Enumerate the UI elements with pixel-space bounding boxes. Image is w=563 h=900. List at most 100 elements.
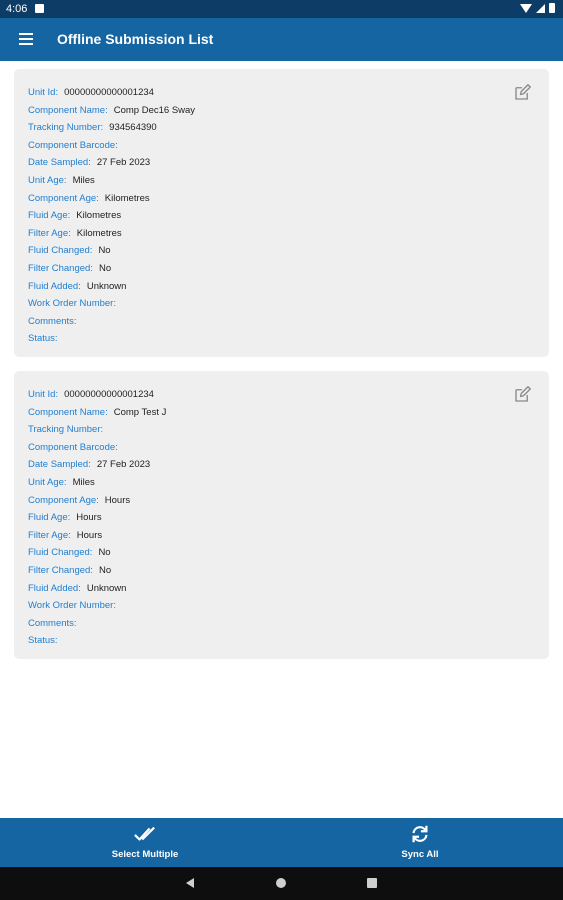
edit-icon[interactable]: [513, 84, 531, 102]
value: Kilometres: [76, 227, 122, 239]
value: Unknown: [86, 280, 127, 292]
label: Component Name:: [28, 104, 108, 116]
label: Work Order Number:: [28, 600, 116, 612]
value: Kilometres: [104, 192, 150, 204]
status-bar: 4:06: [0, 0, 563, 18]
field-fluid-age: Fluid Age: Hours: [28, 509, 166, 527]
field-component-name: Component Name: Comp Dec16 Sway: [28, 102, 195, 120]
field-status: Status:: [28, 632, 166, 650]
value: 27 Feb 2023: [96, 157, 151, 169]
label: Date Sampled:: [28, 459, 91, 471]
label: Filter Age:: [28, 227, 71, 239]
status-time: 4:06: [6, 3, 28, 15]
field-fluid-changed: Fluid Changed: No: [28, 544, 166, 562]
field-tracking-number: Tracking Number:: [28, 421, 166, 439]
label: Tracking Number:: [28, 424, 104, 436]
field-status: Status:: [28, 330, 195, 348]
field-comments: Comments:: [28, 313, 195, 331]
hamburger-menu-icon[interactable]: [19, 33, 33, 45]
label: Component Barcode:: [28, 441, 118, 453]
field-fluid-age: Fluid Age: Kilometres: [28, 207, 195, 225]
field-fluid-added: Fluid Added: Unknown: [28, 278, 195, 296]
submission-card: Unit Id: 00000000000001234 Component Name…: [14, 69, 549, 357]
value: Miles: [72, 174, 95, 186]
label: Filter Changed:: [28, 564, 93, 576]
double-check-icon: [134, 826, 155, 841]
value: Unknown: [86, 582, 127, 594]
field-fluid-added: Fluid Added: Unknown: [28, 580, 166, 598]
label: Filter Changed:: [28, 262, 93, 274]
value: Hours: [76, 512, 102, 524]
notification-icon: [35, 4, 44, 13]
status-icons: [520, 3, 555, 13]
wifi-icon: [520, 3, 532, 13]
label: Fluid Age:: [28, 512, 71, 524]
label: Component Age:: [28, 192, 99, 204]
label: Fluid Changed:: [28, 245, 93, 257]
field-component-age: Component Age: Hours: [28, 492, 166, 510]
label: Fluid Changed:: [28, 547, 93, 559]
sync-icon: [412, 825, 428, 843]
field-date-sampled: Date Sampled: 27 Feb 2023: [28, 456, 166, 474]
value: No: [98, 262, 112, 274]
label: Filter Age:: [28, 529, 71, 541]
field-comments: Comments:: [28, 615, 166, 633]
label: Unit Age:: [28, 476, 67, 488]
sync-all-button[interactable]: Sync All: [380, 818, 460, 867]
value: 27 Feb 2023: [96, 459, 151, 471]
value: No: [98, 564, 112, 576]
field-filter-changed: Filter Changed: No: [28, 260, 195, 278]
label: Status:: [28, 333, 58, 345]
select-multiple-button[interactable]: Select Multiple: [90, 818, 200, 867]
value: Comp Dec16 Sway: [113, 104, 196, 116]
back-icon[interactable]: [186, 878, 194, 888]
label: Fluid Added:: [28, 280, 81, 292]
value: No: [98, 245, 111, 257]
field-component-barcode: Component Barcode:: [28, 439, 166, 457]
label: Fluid Age:: [28, 210, 71, 222]
label: Fluid Added:: [28, 582, 81, 594]
label: Comments:: [28, 617, 77, 629]
field-unit-id: Unit Id: 00000000000001234: [28, 84, 195, 102]
page-title: Offline Submission List: [57, 31, 214, 47]
field-date-sampled: Date Sampled: 27 Feb 2023: [28, 154, 195, 172]
value: Miles: [72, 476, 95, 488]
label: Component Name:: [28, 406, 108, 418]
label: Component Age:: [28, 494, 99, 506]
label: Work Order Number:: [28, 298, 116, 310]
label: Status:: [28, 635, 58, 647]
field-work-order-number: Work Order Number:: [28, 295, 195, 313]
field-work-order-number: Work Order Number:: [28, 597, 166, 615]
field-component-barcode: Component Barcode:: [28, 137, 195, 155]
value: Comp Test J: [113, 406, 167, 418]
field-unit-age: Unit Age: Miles: [28, 474, 166, 492]
sync-all-label: Sync All: [401, 849, 439, 860]
signal-icon: [536, 3, 545, 13]
bottom-action-bar: Select Multiple Sync All: [0, 818, 563, 867]
field-unit-age: Unit Age: Miles: [28, 172, 195, 190]
field-fluid-changed: Fluid Changed: No: [28, 242, 195, 260]
field-tracking-number: Tracking Number: 934564390: [28, 119, 195, 137]
value: Hours: [104, 494, 131, 506]
field-filter-changed: Filter Changed: No: [28, 562, 166, 580]
field-component-age: Component Age: Kilometres: [28, 190, 195, 208]
submission-card: Unit Id: 00000000000001234 Component Name…: [14, 371, 549, 659]
field-filter-age: Filter Age: Kilometres: [28, 225, 195, 243]
value: 934564390: [109, 122, 157, 134]
label: Unit Age:: [28, 174, 67, 186]
edit-icon[interactable]: [513, 386, 531, 404]
label: Comments:: [28, 315, 77, 327]
field-filter-age: Filter Age: Hours: [28, 527, 166, 545]
select-multiple-label: Select Multiple: [111, 849, 179, 860]
label: Date Sampled:: [28, 157, 91, 169]
label: Component Barcode:: [28, 139, 118, 151]
recents-icon[interactable]: [367, 878, 377, 888]
label: Tracking Number:: [28, 122, 104, 134]
value: 00000000000001234: [64, 389, 154, 400]
value: No: [98, 547, 111, 559]
field-unit-id: Unit Id: 00000000000001234: [28, 386, 166, 404]
app-bar: Offline Submission List: [0, 18, 563, 61]
value: 00000000000001234: [64, 87, 154, 98]
home-icon[interactable]: [276, 878, 286, 888]
label: Unit Id:: [28, 87, 59, 98]
